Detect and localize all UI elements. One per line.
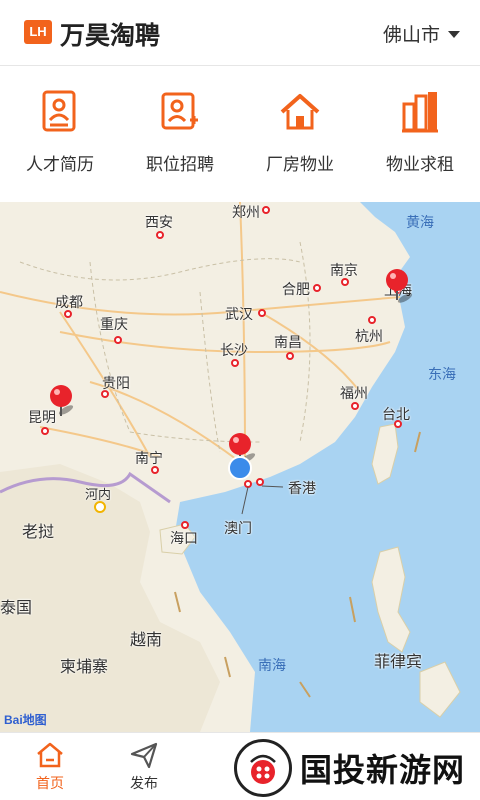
watermark-badge-icon bbox=[234, 739, 292, 797]
send-icon bbox=[130, 742, 158, 769]
app-logo: LH bbox=[24, 20, 52, 44]
resume-icon bbox=[42, 90, 76, 132]
tab-publish[interactable]: 发布 bbox=[94, 733, 194, 800]
tab-home[interactable]: 首页 bbox=[0, 733, 100, 800]
baidu-map-logo: Bai地图 bbox=[4, 713, 47, 727]
map-view[interactable]: 郑州 西安 南京 合肥 上海 成都 武汉 重庆 杭州 南昌 长沙 贵阳 福州 昆… bbox=[0, 202, 480, 732]
nav-resume-label: 人才简历 bbox=[26, 155, 94, 175]
add-person-icon bbox=[161, 92, 198, 130]
nav-factory-label: 厂房物业 bbox=[266, 155, 334, 175]
map-pins bbox=[50, 269, 413, 480]
nav-factory[interactable]: 厂房物业 bbox=[240, 66, 360, 202]
city-selector[interactable]: 佛山市 bbox=[383, 20, 460, 47]
home-icon bbox=[37, 742, 63, 768]
nav-jobs[interactable]: 职位招聘 bbox=[120, 66, 240, 202]
watermark-text: 国投新游网 bbox=[300, 751, 466, 789]
nav-resume[interactable]: 人才简历 bbox=[0, 66, 120, 202]
building-icon bbox=[402, 92, 438, 133]
quick-nav: 人才简历 职位招聘 厂房物业 物业求租 bbox=[0, 66, 480, 202]
caret-down-icon bbox=[448, 31, 460, 38]
nav-jobs-label: 职位招聘 bbox=[146, 155, 214, 175]
tab-home-label: 首页 bbox=[36, 776, 64, 792]
map-pin-icon bbox=[50, 385, 74, 416]
house-icon bbox=[280, 94, 320, 130]
app-title: 万昊淘聘 bbox=[60, 21, 161, 50]
nav-rent[interactable]: 物业求租 bbox=[360, 66, 480, 202]
tab-publish-label: 发布 bbox=[130, 776, 158, 792]
city-label: 佛山市 bbox=[382, 24, 440, 46]
app-header: LH 万昊淘聘 佛山市 bbox=[0, 0, 480, 66]
map-pin-icon bbox=[386, 269, 413, 303]
current-location-icon bbox=[228, 456, 252, 480]
nav-rent-label: 物业求租 bbox=[386, 155, 454, 175]
watermark: 国投新游网 bbox=[228, 736, 480, 800]
